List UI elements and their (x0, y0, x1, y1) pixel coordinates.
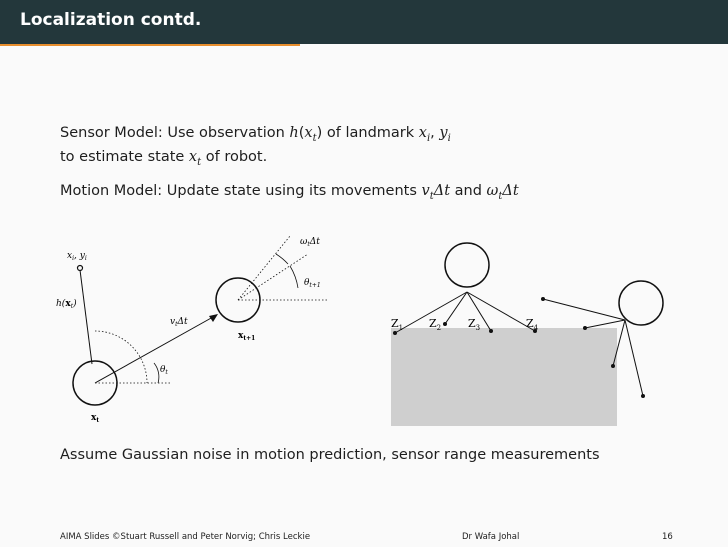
sensor-line2-text-a: to estimate state (60, 149, 189, 165)
beam-r4 (624, 319, 644, 397)
motion-diagram: xi, yi h(xt) θt vtΔt xt ωtΔt θt+1 xt+1 (56, 235, 328, 424)
z1-label: Z1 (391, 317, 403, 332)
hit-r4 (641, 394, 645, 398)
theta-t1-label: θt+1 (304, 278, 321, 289)
math-xt: x (188, 149, 198, 165)
dotted-arc-t (94, 330, 148, 384)
robot-top (444, 242, 490, 288)
sensor-line2-text-b: of robot. (201, 149, 268, 165)
obstacle-block (391, 328, 617, 426)
sensor-text-a: Sensor Model: Use observation (60, 125, 290, 141)
slide-title: Localization contd. (20, 10, 202, 30)
motion-text-a: Motion Model: Update state using its mov… (60, 183, 422, 199)
xt-label: xt (91, 413, 99, 424)
sensor-model-line2: to estimate state xt of robot. (60, 146, 267, 174)
comma: , (430, 125, 440, 141)
hit-r2 (583, 326, 587, 330)
landmark-label: xi, yi (67, 251, 87, 262)
footer-credits: AIMA Slides ©Stuart Russell and Peter No… (60, 532, 311, 542)
robot-right (618, 280, 664, 326)
math-omega: ω (486, 183, 499, 199)
header-accent-bar (0, 44, 300, 46)
motion-arrow (94, 316, 214, 384)
motion-arrowhead (209, 314, 218, 322)
math-xi: x (418, 125, 427, 141)
v-label: vtΔt (170, 317, 188, 328)
heading-t1 (237, 253, 309, 301)
z4-label: Z4 (526, 317, 539, 332)
math-dt1: Δt (433, 183, 451, 199)
xt1-label: xt+1 (238, 331, 255, 342)
omega-arc (275, 253, 289, 265)
h-label: h(xt) (56, 298, 77, 310)
observation-line (79, 269, 93, 365)
landmark-point (76, 264, 84, 272)
hit-z3 (489, 329, 493, 333)
z2-label: Z2 (429, 317, 441, 332)
math-sub-i2: i (447, 132, 451, 144)
math-v: v (421, 183, 430, 199)
assumption-text: Assume Gaussian noise in motion predicti… (60, 447, 600, 463)
theta-t1-arc (289, 265, 299, 289)
slide-header: Localization contd. (0, 0, 728, 44)
heading-t1-new (237, 235, 291, 301)
theta-t-label: θt (160, 365, 168, 376)
hit-z1 (393, 331, 397, 335)
footer-author: Dr Wafa Johal (462, 532, 520, 542)
hit-r3 (611, 364, 615, 368)
sensor-diagram: Z1 Z2 Z3 Z4 (391, 242, 664, 426)
hit-r1 (541, 297, 545, 301)
math-dt2: Δt (502, 183, 519, 199)
math-h: h (289, 125, 299, 141)
math-x: x (304, 125, 313, 141)
footer-page-number: 16 (662, 532, 673, 542)
beam-r1 (542, 298, 626, 321)
z3-label: Z3 (468, 317, 480, 332)
beam-r2 (584, 319, 626, 329)
beam-z2 (444, 291, 468, 325)
math-yi: y (439, 125, 448, 141)
omega-label: ωtΔt (300, 237, 320, 248)
motion-and: and (450, 183, 487, 199)
theta-arc-t (153, 362, 160, 384)
sensor-text-b: ) of landmark (316, 125, 419, 141)
hit-z2 (443, 322, 447, 326)
motion-model-line: Motion Model: Update state using its mov… (60, 180, 519, 208)
